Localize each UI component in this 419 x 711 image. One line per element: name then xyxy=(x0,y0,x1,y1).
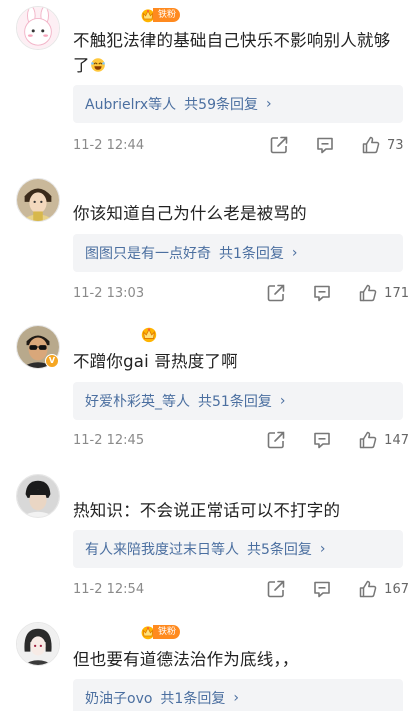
comment-text: 但也要有道德法治作为底线，， xyxy=(73,650,299,669)
comment-time: 11-2 13:03 xyxy=(73,285,145,301)
reply-preview[interactable]: 有人来陪我度过末日等人 共5条回复 › xyxy=(73,530,403,568)
comment-time: 11-2 12:45 xyxy=(73,432,145,448)
reply-preview[interactable]: 奶油子ovo 共1条回复 › xyxy=(73,679,403,711)
comment-text: 你该知道自己为什么老是被骂的 xyxy=(73,204,307,223)
comment-text: 不触犯法律的基础自己快乐不影响别人就够了 xyxy=(73,28,403,78)
reply-preview[interactable]: 好爱朴彩英_等人 共51条回复 › xyxy=(73,382,403,420)
comment-time: 11-2 12:54 xyxy=(73,581,145,597)
fan-badge: 铁粉 xyxy=(140,623,181,640)
chevron-right-icon: › xyxy=(233,690,239,706)
crown-icon xyxy=(140,325,158,343)
comment-meta: 11-2 12:45 147 xyxy=(73,428,409,452)
reply-count: 共51条回复 xyxy=(198,394,272,410)
thumbs-up-icon[interactable] xyxy=(358,430,378,450)
avatar-image xyxy=(17,623,59,665)
thumbs-up-icon[interactable] xyxy=(358,579,378,599)
comment-icon[interactable] xyxy=(315,135,335,155)
chevron-right-icon: › xyxy=(265,96,272,112)
reply-count: 共1条回复 xyxy=(219,246,284,262)
share-icon[interactable] xyxy=(266,283,286,303)
reply-count: 共59条回复 xyxy=(184,97,258,113)
user-avatar[interactable] xyxy=(16,622,60,666)
user-avatar[interactable] xyxy=(16,178,60,222)
comment-meta: 11-2 12:54 167 xyxy=(73,577,409,601)
like-count: 167 xyxy=(384,581,409,597)
comment-text: 不蹭你gai 哥热度了啊 xyxy=(73,352,238,371)
reply-users: 奶油子ovo xyxy=(85,691,153,707)
comment-icon[interactable] xyxy=(312,579,332,599)
user-avatar[interactable] xyxy=(16,6,60,50)
comment-icon[interactable] xyxy=(312,283,332,303)
thumbs-up-icon[interactable] xyxy=(358,283,378,303)
fan-badge-label: 铁粉 xyxy=(153,624,181,639)
thumbs-up-icon[interactable] xyxy=(361,135,381,155)
comment-text: 热知识：不会说正常话可以不打字的 xyxy=(73,501,341,520)
share-icon[interactable] xyxy=(266,579,286,599)
chevron-right-icon: › xyxy=(319,541,326,557)
comment-meta: 11-2 13:03 171 xyxy=(73,281,409,305)
laugh-emoji-icon xyxy=(90,58,105,72)
comment-text-content: 不触犯法律的基础自己快乐不影响别人就够了 xyxy=(73,31,391,75)
reply-preview[interactable]: 图图只是有一点好奇 共1条回复 › xyxy=(73,234,403,272)
user-avatar[interactable] xyxy=(16,474,60,518)
reply-users: Aubrielrx等人 xyxy=(85,97,177,113)
verified-icon: V xyxy=(45,354,59,368)
avatar-image xyxy=(17,179,59,221)
comment-icon[interactable] xyxy=(312,430,332,450)
like-count: 73 xyxy=(387,137,404,153)
like-count: 171 xyxy=(384,285,409,301)
avatar-image xyxy=(17,475,59,517)
fan-badge-label: 铁粉 xyxy=(153,7,181,22)
like-count: 147 xyxy=(384,432,409,448)
share-icon[interactable] xyxy=(269,135,289,155)
comment-meta: 11-2 12:44 73 xyxy=(73,133,409,157)
reply-users: 图图只是有一点好奇 xyxy=(85,246,211,262)
chevron-right-icon: › xyxy=(291,245,298,261)
reply-count: 共5条回复 xyxy=(247,542,312,558)
reply-preview[interactable]: Aubrielrx等人 共59条回复 › xyxy=(73,85,403,123)
fan-badge: 铁粉 xyxy=(140,6,181,23)
reply-count: 共1条回复 xyxy=(160,691,226,707)
avatar-image xyxy=(17,7,59,49)
reply-users: 有人来陪我度过末日等人 xyxy=(85,542,239,558)
chevron-right-icon: › xyxy=(279,393,286,409)
share-icon[interactable] xyxy=(266,430,286,450)
reply-users: 好爱朴彩英_等人 xyxy=(85,394,190,410)
comment-time: 11-2 12:44 xyxy=(73,137,145,153)
